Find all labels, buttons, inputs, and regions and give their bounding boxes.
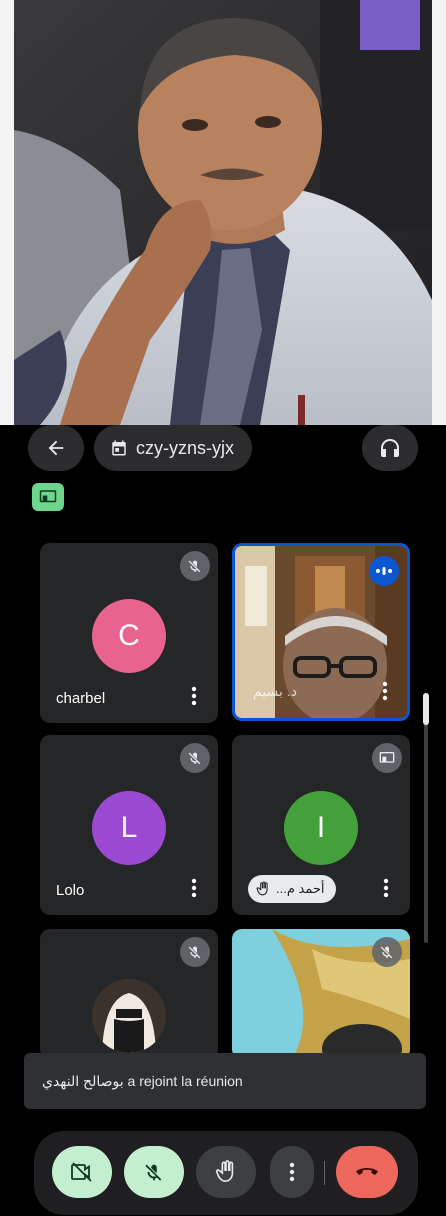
controls-divider [324,1161,325,1185]
mic-off-badge [180,743,210,773]
participant-name: أحمد م... [276,881,325,896]
more-vert-icon [191,878,197,898]
top-bar: czy-yzns-yjx [0,425,446,475]
mic-off-icon [380,946,393,959]
participant-name: charbel [56,690,106,707]
speaking-indicator [369,556,399,586]
scrollbar-track[interactable] [424,693,428,943]
shared-photo [0,0,446,425]
join-notification: بوصالح النهدي a rejoint la réunion [24,1053,426,1109]
more-vert-icon [382,681,388,701]
participant-name: د. بسيم [253,683,297,699]
participant-more-button[interactable] [186,877,202,899]
raise-hand-button[interactable] [196,1146,256,1198]
device-badge [372,743,402,773]
participant-tile-lolo[interactable]: L Lolo [40,735,218,915]
back-button[interactable] [28,425,84,471]
cast-indicator[interactable] [32,483,64,511]
mic-off-icon [145,1164,162,1181]
call-controls [34,1131,418,1215]
more-options-button[interactable] [270,1146,314,1198]
avatar: I [284,791,358,865]
back-arrow-icon [48,440,64,456]
meeting-view: czy-yzns-yjx C charbel د. بسيم L Lolo I … [0,425,446,1216]
mic-off-badge [372,937,402,967]
mic-off-badge [180,937,210,967]
hand-icon [256,881,268,896]
participant-tile-photo[interactable] [40,929,218,1059]
participant-more-button[interactable] [378,877,394,899]
participant-more-button[interactable] [186,685,202,707]
more-vert-icon [191,686,197,706]
speaking-icon [376,567,392,575]
mic-toggle-button[interactable] [124,1146,184,1198]
headphones-icon [381,439,399,457]
meeting-code-button[interactable]: czy-yzns-yjx [94,425,252,471]
video-off-icon [71,1162,92,1182]
end-call-button[interactable] [336,1146,398,1198]
participant-tile-active-video[interactable]: د. بسيم [232,543,410,721]
cast-icon [379,752,395,763]
mic-off-icon [188,752,201,765]
participant-name: Lolo [56,882,85,899]
participant-tile-video-2[interactable] [232,929,410,1059]
more-vert-icon [289,1162,295,1182]
calendar-icon [112,440,126,456]
scrollbar-thumb[interactable] [423,693,429,725]
participant-photo-avatar [92,979,166,1053]
participant-tile-charbel[interactable]: C charbel [40,543,218,723]
participant-tile-ahmed[interactable]: I أحمد م... [232,735,410,915]
cast-icon [39,490,57,503]
meeting-code: czy-yzns-yjx [136,437,234,458]
camera-toggle-button[interactable] [52,1146,112,1198]
mic-off-icon [188,560,201,573]
hand-icon [215,1160,234,1182]
call-end-icon [356,1168,378,1175]
participant-name-chip: أحمد م... [248,875,337,903]
photo-illustration [0,0,446,425]
more-vert-icon [383,878,389,898]
avatar: C [92,599,166,673]
audio-output-button[interactable] [362,425,418,471]
mic-off-icon [188,946,201,959]
avatar: L [92,791,166,865]
mic-off-badge [180,551,210,581]
join-notification-text: بوصالح النهدي a rejoint la réunion [42,1072,243,1089]
participant-more-button[interactable] [377,680,393,702]
